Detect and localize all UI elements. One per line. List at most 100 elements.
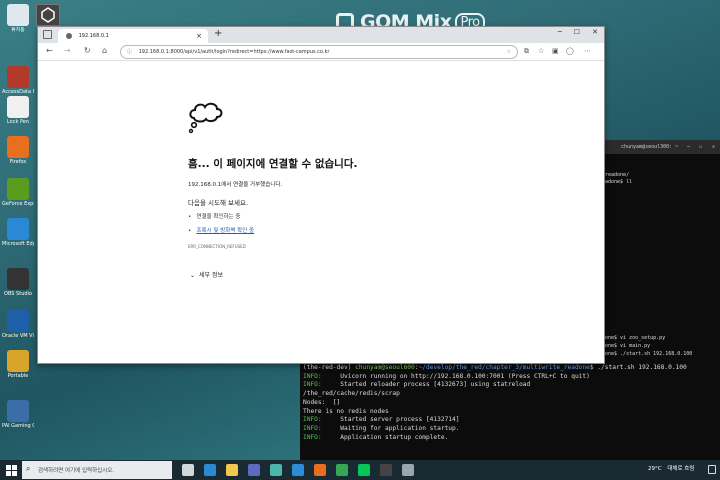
details-button[interactable]: ⌄ 세부 정보 (190, 270, 223, 279)
line-icon[interactable] (358, 464, 370, 476)
vscode-icon[interactable] (292, 464, 304, 476)
lock-icon (7, 96, 29, 118)
terminal-window-bottom[interactable]: (the-red-dev) chunyam@seoul600:~/develop… (300, 362, 720, 462)
proxy-firewall-link[interactable]: 프록시 및 방화벽 확인 중 (197, 228, 255, 234)
forward-button[interactable]: → (64, 45, 71, 57)
desktop-icon[interactable]: OBS Studio (2, 268, 34, 297)
unity-shortcut[interactable] (36, 4, 60, 26)
store-icon[interactable] (248, 464, 260, 476)
maximize-icon[interactable]: ☐ (699, 140, 702, 154)
suggestion-check-connection: 연결을 확인하는 중 (196, 214, 241, 220)
firefox-icon[interactable] (314, 464, 326, 476)
favorite-icon[interactable]: ☆ (507, 46, 511, 58)
chevron-down-icon: ⌄ (190, 272, 196, 279)
terminal-line: INFO: Application startup complete. (303, 433, 449, 441)
desktop-icon-label: Lock Pen (6, 119, 30, 125)
terminal-line: INFO: Waiting for application startup. (303, 424, 460, 432)
browser-window[interactable]: 192.168.0.1 × + ─ ☐ ✕ ← → ↻ ⌂ ⓘ 192.168.… (37, 26, 605, 364)
obs-icon (7, 268, 29, 290)
desktop-icon-label: GeForce Experience (2, 201, 34, 207)
terminal-line: /the_red/cache/redis/scrap (303, 390, 400, 398)
explorer-icon[interactable] (226, 464, 238, 476)
desktop-icon-label: OBS Studio (4, 291, 32, 297)
desktop-icon[interactable]: Lock Pen (2, 96, 34, 125)
terminal-line: INFO: Started reloader process [4132673]… (303, 381, 531, 389)
terminal-right-body[interactable]: readone/adone$ ll one$ vi zoo_setup.py on… (603, 154, 720, 359)
weather-temp[interactable]: 29°C (648, 466, 662, 472)
desktop-icon[interactable]: 휴지통 (2, 4, 34, 33)
info-icon: ⓘ (127, 49, 133, 55)
tab-bar: 192.168.0.1 × + ─ ☐ ✕ (38, 27, 604, 43)
browser-tab[interactable]: 192.168.0.1 × (58, 29, 208, 43)
desktop-icon[interactable]: AccessData FTK Imager (2, 66, 34, 95)
refresh-button[interactable]: ↻ (84, 45, 91, 57)
edge-icon[interactable] (204, 464, 216, 476)
extensions-icon[interactable]: ⧉ (524, 45, 529, 57)
portable-icon (7, 350, 29, 372)
terminal-right-title: chunyam@seoul300: ~ (621, 144, 679, 150)
terminal-window-right[interactable]: chunyam@seoul300: ~ ─ ☐ ✕ readone/adone$… (603, 140, 720, 362)
profile-icon[interactable]: ◯ (566, 45, 574, 57)
close-icon[interactable]: ✕ (712, 140, 715, 154)
weather-desc[interactable]: 대체로 흐림 (667, 466, 694, 472)
taskbar-search-box[interactable]: ⌕ 검색하려면 여기에 입력하십시오. (22, 461, 172, 479)
window-menu-icon[interactable] (43, 30, 52, 39)
desktop-icon[interactable]: Portable (2, 350, 34, 379)
tray-area: 29°C 대체로 흐림 (648, 464, 694, 472)
firefox-icon (7, 136, 29, 158)
window-close-button[interactable]: ✕ (592, 28, 598, 36)
collections-icon[interactable]: ▣ (552, 45, 559, 57)
desktop-icon[interactable]: Microsoft Edge (2, 218, 34, 247)
menu-icon[interactable]: ⋯ (584, 45, 591, 57)
terminal-bottom-body[interactable]: (the-red-dev) chunyam@seoul600:~/develop… (300, 364, 720, 442)
terminal-line: one$ vi main.py (605, 343, 651, 350)
virtualbox-icon (7, 310, 29, 332)
edge-icon (7, 218, 29, 240)
back-button[interactable]: ← (46, 45, 53, 57)
terminal-right-titlebar[interactable]: chunyam@seoul300: ~ ─ ☐ ✕ (603, 140, 720, 154)
favorites-icon[interactable]: ☆ (538, 45, 544, 57)
desktop-icon-label: AccessData FTK Imager (2, 89, 34, 95)
page-favicon-icon (66, 32, 72, 39)
window-maximize-button[interactable]: ☐ (574, 28, 580, 36)
windows-start-icon[interactable] (6, 465, 17, 476)
address-bar[interactable]: ⓘ 192.168.0.1:8000/api/v1/auth/login?red… (120, 45, 518, 59)
minimize-icon[interactable]: ─ (687, 140, 690, 154)
terminal-line: one$ vi zoo_setup.py (605, 335, 666, 342)
terminal-line: INFO: Started server process [4132714] (303, 416, 460, 424)
settings-icon[interactable] (402, 464, 414, 476)
window-minimize-button[interactable]: ─ (558, 28, 562, 36)
desktop-icon[interactable]: Firefox (2, 136, 34, 165)
desktop-right-panel (603, 60, 720, 140)
terminal-icon[interactable] (380, 464, 392, 476)
desktop-icon[interactable]: PAI Gaming Center (2, 400, 34, 429)
terminal-line: adone$ ll (605, 179, 633, 186)
taskbar: ⌕ 검색하려면 여기에 입력하십시오. 29°C 대체로 흐림 (0, 460, 720, 480)
tab-title: 192.168.0.1 (78, 33, 109, 39)
desktop-icon[interactable]: Oracle VM VirtualBox (2, 310, 34, 339)
unity-icon (41, 7, 55, 23)
photos-icon[interactable] (270, 464, 282, 476)
home-button[interactable]: ⌂ (102, 45, 107, 57)
search-icon: ⌕ (26, 464, 31, 473)
desktop-icon-label: Portable (7, 373, 29, 379)
chrome-icon[interactable] (336, 464, 348, 476)
try-title: 다음을 시도해 보세요. (188, 199, 249, 207)
new-tab-button[interactable]: + (214, 27, 222, 41)
tab-close-icon[interactable]: × (196, 29, 202, 43)
terminal-line: readone/ (605, 171, 630, 178)
notification-icon[interactable] (708, 465, 716, 474)
desktop-icon-label: Microsoft Edge (2, 241, 34, 247)
task-view-icon[interactable] (182, 464, 194, 476)
desktop-icon[interactable]: GeForce Experience (2, 178, 34, 207)
